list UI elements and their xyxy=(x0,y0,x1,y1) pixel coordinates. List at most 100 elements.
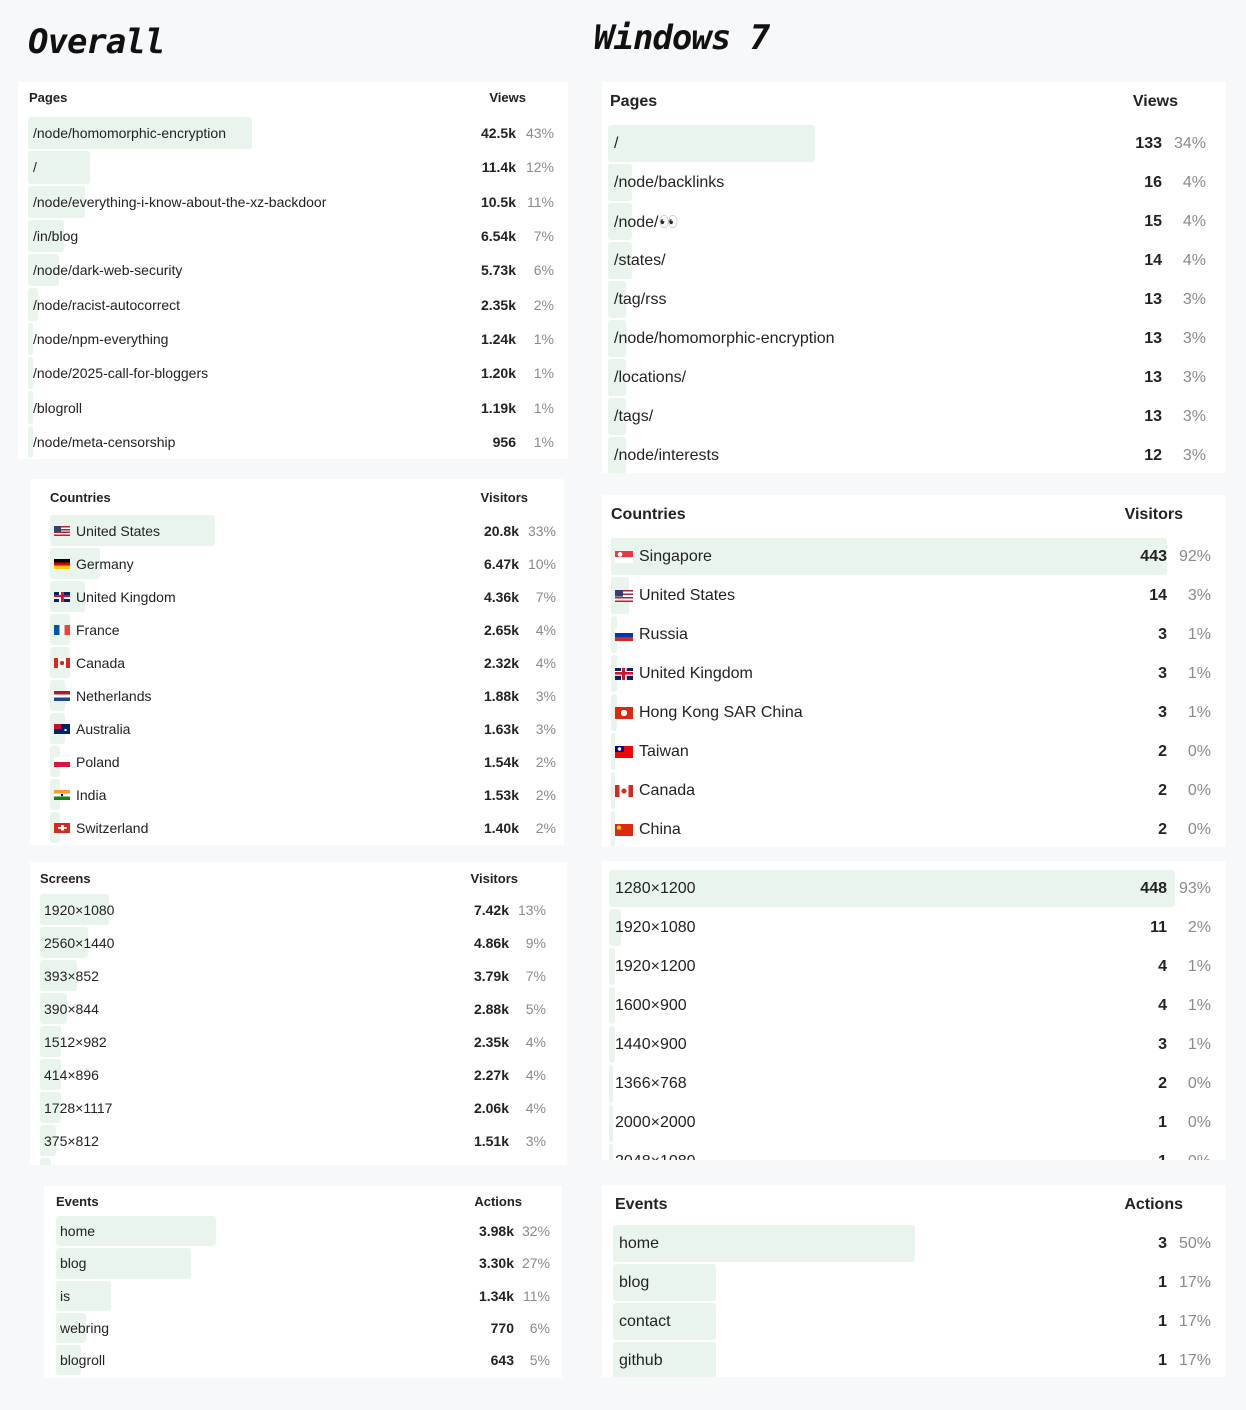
list-item[interactable]: 1728×1117 2.06k 4% xyxy=(30,1092,567,1123)
list-item[interactable]: 1366×768 2 0% xyxy=(602,1065,1226,1103)
list-item[interactable]: /blogroll 1.19k 1% xyxy=(18,391,568,424)
list-item[interactable]: /locations/13 3% xyxy=(602,359,1226,396)
list-item[interactable]: United Kingdom 4.36k 7% xyxy=(30,581,564,612)
item-label-text: / xyxy=(614,134,619,152)
list-item[interactable]: blog 1 17% xyxy=(602,1264,1226,1301)
list-item[interactable]: 390×844 2.88k 5% xyxy=(30,993,567,1024)
list-item[interactable] xyxy=(30,1158,567,1165)
list-item[interactable]: home 3.98k 32% xyxy=(44,1216,562,1247)
list-item[interactable]: 1920×1200 4 1% xyxy=(602,948,1226,986)
list-item[interactable]: /node/2025-call-for-bloggers 1.20k 1% xyxy=(18,357,568,390)
pages-title: Pages xyxy=(610,93,658,110)
list-item[interactable]: /states/14 4% xyxy=(602,242,1226,279)
list-item[interactable]: India 1.53k 2% xyxy=(30,779,564,810)
item-percent: 3% xyxy=(1182,368,1206,386)
item-label: webring xyxy=(60,1313,109,1343)
list-item[interactable]: / 133 34% xyxy=(602,125,1226,162)
item-label: 1512×982 xyxy=(44,1026,107,1057)
item-label: 1920×1080 xyxy=(615,909,696,946)
list-item[interactable]: /node/homomorphic-encryption 42.5k 43% xyxy=(18,117,568,150)
item-label-text: 414×896 xyxy=(44,1066,99,1083)
list-item[interactable]: Australia 1.63k 3% xyxy=(30,713,564,744)
item-label: 1600×900 xyxy=(615,987,687,1024)
list-item[interactable]: /node/backlinks 16 4% xyxy=(602,164,1226,201)
list-item[interactable]: Switzerland 1.40k 2% xyxy=(30,812,564,843)
list-item[interactable]: github 1 17% xyxy=(602,1342,1226,1377)
item-label-text: github xyxy=(619,1351,663,1369)
list-item[interactable]: / 11.4k 12% xyxy=(18,151,568,184)
item-label-text: Poland xyxy=(76,753,120,770)
list-item[interactable]: 2560×1440 4.86k 9% xyxy=(30,927,567,958)
item-percent: 1% xyxy=(533,330,554,347)
list-item[interactable]: 2048×1080 1 0% xyxy=(602,1143,1226,1160)
item-label-text: 393×852 xyxy=(44,967,99,984)
list-item[interactable]: /tag/rss 13 3% xyxy=(602,281,1226,318)
item-label: /node/homomorphic-encryption xyxy=(33,117,226,149)
list-item[interactable]: Netherlands 1.88k 3% xyxy=(30,680,564,711)
list-item[interactable]: 375×812 1.51k 3% xyxy=(30,1125,567,1156)
item-label: /node/dark-web-security xyxy=(33,254,182,286)
flag-sg-icon xyxy=(615,550,633,563)
list-item[interactable]: Taiwan 2 0% xyxy=(602,733,1226,770)
overall-countries-panel: Countries Visitors United States 20.8k 33%… xyxy=(30,479,564,845)
list-item[interactable]: Russia 3 1% xyxy=(602,616,1226,653)
item-label: 390×844 xyxy=(44,993,99,1024)
list-item[interactable]: Canada 2 0% xyxy=(602,772,1226,809)
list-item[interactable]: /node/👀 15 4% xyxy=(602,203,1226,240)
list-item[interactable]: Hong Kong SAR China 3 1% xyxy=(602,694,1226,731)
item-percent: 0% xyxy=(1187,1075,1211,1093)
list-item[interactable]: 393×852 3.79k 7% xyxy=(30,960,567,991)
item-percent: 2% xyxy=(1187,918,1211,936)
list-item[interactable]: blogroll 643 5% xyxy=(44,1345,562,1376)
list-item[interactable]: 1920×1080 7.42k 13% xyxy=(30,894,567,925)
list-item[interactable]: /in/blog 6.54k 7% xyxy=(18,219,568,253)
item-label-text: 1920×1080 xyxy=(44,901,115,918)
item-percent: 7% xyxy=(525,967,546,984)
list-item[interactable]: China 2 0% xyxy=(602,811,1226,847)
list-item[interactable]: Singapore 443 92% xyxy=(602,538,1226,575)
list-item[interactable]: 1280×1200 448 93% xyxy=(602,870,1226,908)
list-item[interactable]: /node/homomorphic-encryption 13 3% xyxy=(602,320,1226,357)
list-item[interactable]: /node/everything-i-know-about-the-xz-bac… xyxy=(18,185,568,218)
list-item[interactable]: 1600×900 4 1% xyxy=(602,987,1226,1025)
events-list: home 3 50% blog 1 17% contact 1 17% github 1 17% xyxy=(602,1225,1226,1377)
list-item[interactable]: United States 20.8k 33% xyxy=(30,515,564,546)
item-value: 4.36k xyxy=(483,588,519,605)
item-percent: 6% xyxy=(529,1320,550,1337)
list-item[interactable]: /node/meta-censorship 956 1% xyxy=(18,425,568,458)
list-item[interactable]: /tags/13 3% xyxy=(602,398,1226,435)
item-value: 11 xyxy=(1150,918,1167,936)
item-label: 1920×1200 xyxy=(615,948,696,985)
list-item[interactable]: /node/npm-everything 1.24k 1% xyxy=(18,322,568,356)
item-label-text: Switzerland xyxy=(76,819,149,836)
item-label: / xyxy=(614,125,618,162)
list-item[interactable]: United Kingdom 3 1% xyxy=(602,655,1226,692)
list-item[interactable]: France 2.65k 4% xyxy=(30,614,564,645)
list-item[interactable]: is 1.34k 11% xyxy=(44,1280,562,1311)
list-item[interactable]: /node/interests 12 3% xyxy=(602,437,1226,473)
item-value: 13 xyxy=(1144,329,1162,347)
item-label: Singapore xyxy=(615,538,712,575)
item-percent: 1% xyxy=(1187,1035,1211,1053)
item-value: 6.47k xyxy=(483,555,519,572)
list-item[interactable]: /node/racist-autocorrect 2.35k 2% xyxy=(18,288,568,321)
list-item[interactable]: Canada 2.32k 4% xyxy=(30,647,564,678)
list-item[interactable]: home 3 50% xyxy=(602,1225,1226,1262)
list-item[interactable]: United States 14 3% xyxy=(602,577,1226,614)
list-item[interactable]: blog 3.30k 27% xyxy=(44,1248,562,1279)
item-label: 2048×1080 xyxy=(615,1144,696,1160)
list-item[interactable]: 1512×982 2.35k 4% xyxy=(30,1026,567,1057)
flag-us-icon xyxy=(54,525,70,536)
list-item[interactable]: 414×896 2.27k 4% xyxy=(30,1059,567,1090)
list-item[interactable]: 2000×2000 1 0% xyxy=(602,1104,1226,1142)
list-item[interactable]: /node/dark-web-security 5.73k 6% xyxy=(18,254,568,287)
list-item[interactable]: Germany 6.47k 10% xyxy=(30,548,564,579)
win7-pages-panel: Pages Views /133 34%/node/backlinks 16 4%/n… xyxy=(602,82,1226,473)
list-item[interactable]: webring 770 6% xyxy=(44,1312,562,1344)
list-item[interactable]: Poland 1.54k 2% xyxy=(30,746,564,777)
item-label: Taiwan xyxy=(615,733,689,770)
list-item[interactable]: 1440×900 3 1% xyxy=(602,1026,1226,1064)
list-item[interactable]: 1920×1080 11 2% xyxy=(602,909,1226,947)
screens-list: 1280×1200 448 93% 1920×1080 11 2% 1920×1200 4 1%… xyxy=(602,870,1226,1160)
list-item[interactable]: contact 1 17% xyxy=(602,1303,1226,1340)
